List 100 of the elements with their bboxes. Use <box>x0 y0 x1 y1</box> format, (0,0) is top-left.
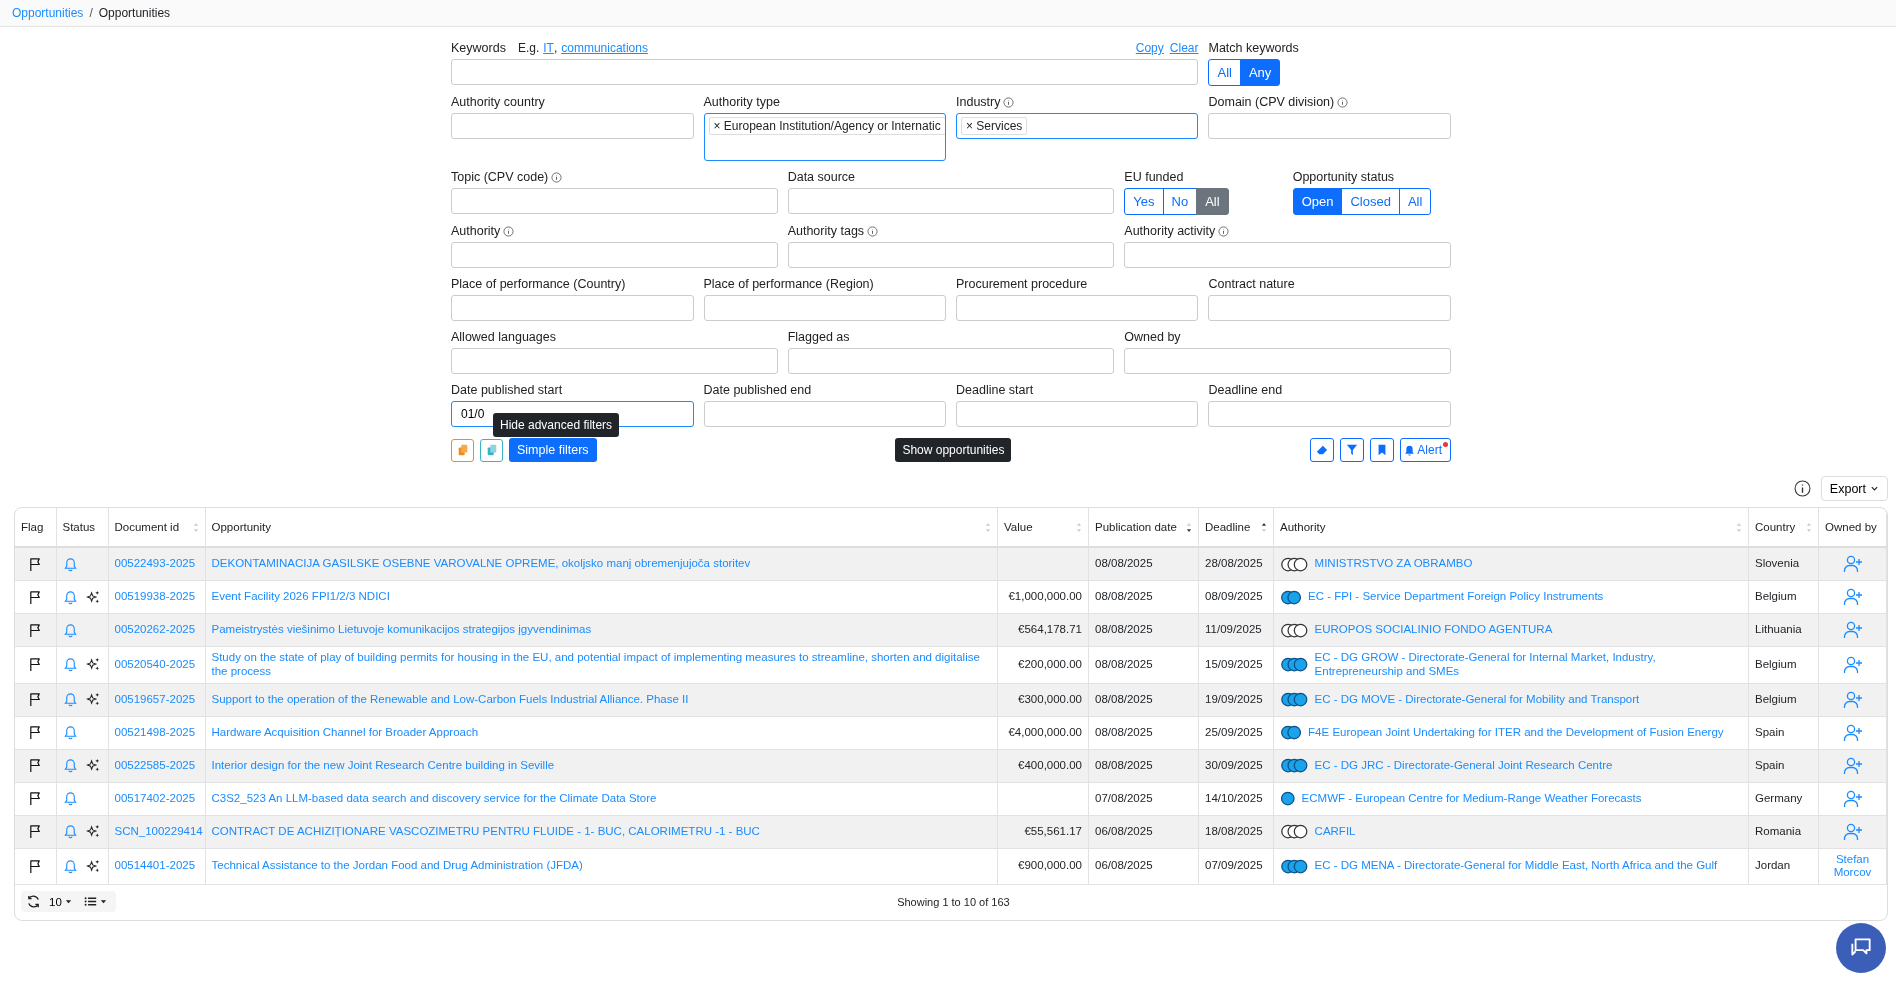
flag-icon[interactable] <box>27 657 43 673</box>
input-field[interactable] <box>1208 401 1451 427</box>
page-size-dropdown[interactable]: 10 <box>45 895 76 908</box>
sparkles-icon[interactable] <box>86 758 101 774</box>
add-person-icon[interactable] <box>1842 690 1863 709</box>
bell-icon[interactable] <box>63 556 78 572</box>
opportunity-link[interactable]: Study on the state of play of building permits for housing in the EU, and potential impact of implementing measures to streamline, shorten and digitalise the process <box>211 651 991 679</box>
input-field[interactable] <box>451 295 694 321</box>
refresh-icon[interactable] <box>26 894 41 910</box>
example-link[interactable]: communications <box>561 41 648 55</box>
opportunity-link[interactable]: Technical Assistance to the Jordan Food and Drug Administration (JFDA) <box>211 859 991 874</box>
input-field[interactable] <box>451 188 778 214</box>
add-person-icon[interactable] <box>1842 588 1863 606</box>
document-id-link[interactable]: 00514401-2025 <box>114 859 199 874</box>
input-field[interactable] <box>1208 113 1451 139</box>
sparkles-icon[interactable] <box>86 824 101 840</box>
document-id-link[interactable]: 00521498-2025 <box>114 725 199 740</box>
filter-button[interactable] <box>1340 438 1365 462</box>
bell-icon[interactable] <box>63 622 78 638</box>
flag-icon[interactable] <box>27 589 43 605</box>
info-icon[interactable] <box>1793 480 1811 497</box>
add-person-icon[interactable] <box>1842 655 1863 674</box>
document-id-link[interactable]: 00519938-2025 <box>114 590 199 604</box>
bell-icon[interactable] <box>63 858 78 874</box>
toggle-option[interactable]: Yes <box>1124 188 1164 215</box>
sort-icon[interactable] <box>1186 521 1192 533</box>
toggle-option[interactable]: Open <box>1292 188 1343 215</box>
sparkles-icon[interactable] <box>86 657 101 673</box>
input-field[interactable] <box>703 295 946 321</box>
add-person-icon[interactable] <box>1842 621 1863 639</box>
bell-icon[interactable] <box>63 791 78 807</box>
input-field[interactable] <box>787 188 1115 214</box>
authority-link[interactable]: CARFIL <box>1314 824 1356 839</box>
tag-select-field[interactable]: × European Institution/Agency or Internatic <box>703 113 946 161</box>
simple-filters-button[interactable]: Simple filters <box>509 438 597 462</box>
opportunity-link[interactable]: C3S2_523 An LLM-based data search and discovery service for the Climate Data Store <box>211 791 991 806</box>
authority-link[interactable]: EC - DG MENA - Directorate-General for Middle East, North Africa and the Gulf <box>1314 859 1718 874</box>
document-id-link[interactable]: 00517402-2025 <box>114 791 199 806</box>
input-field[interactable] <box>451 242 778 268</box>
opportunity-link[interactable]: Hardware Acquisition Channel for Broader Approach <box>211 725 991 740</box>
flag-icon[interactable] <box>27 556 43 572</box>
bell-icon[interactable] <box>63 692 78 708</box>
input-field[interactable] <box>787 348 1115 374</box>
input-field[interactable] <box>703 401 946 427</box>
example-link[interactable]: IT <box>543 41 554 55</box>
selected-tag[interactable]: × European Institution/Agency or Internatic <box>708 117 945 135</box>
flag-icon[interactable] <box>27 791 43 807</box>
bell-icon[interactable] <box>63 725 78 741</box>
add-person-icon[interactable] <box>1842 555 1863 573</box>
eraser-button[interactable] <box>1310 438 1335 462</box>
bell-icon[interactable] <box>63 824 78 840</box>
authority-link[interactable]: ECMWF - European Centre for Medium-Range Weather Forecasts <box>1301 791 1642 806</box>
flag-icon[interactable] <box>27 858 43 874</box>
authority-link[interactable]: MINISTRSTVO ZA OBRAMBO <box>1314 557 1473 571</box>
bookmark-button[interactable] <box>1370 438 1395 462</box>
flag-icon[interactable] <box>27 758 43 774</box>
sparkles-icon[interactable] <box>86 589 101 605</box>
input-field[interactable] <box>1208 295 1451 321</box>
flag-icon[interactable] <box>27 692 43 708</box>
add-person-icon[interactable] <box>1842 822 1863 841</box>
copy-button[interactable] <box>451 438 474 462</box>
authority-link[interactable]: EC - DG GROW - Directorate-General for Internal Market, Industry, Entrepreneurship and SMEs <box>1314 651 1742 679</box>
bell-icon[interactable] <box>63 657 78 673</box>
input-field[interactable] <box>956 295 1199 321</box>
add-person-icon[interactable] <box>1842 723 1863 742</box>
toggle-option[interactable]: All <box>1398 188 1432 215</box>
toggle-option[interactable]: All <box>1208 59 1241 86</box>
sparkles-icon[interactable] <box>86 858 101 874</box>
document-id-link[interactable]: 00520540-2025 <box>114 657 199 672</box>
toggle-option[interactable]: Any <box>1239 59 1281 86</box>
input-field[interactable] <box>1124 348 1451 374</box>
toggle-option[interactable]: All <box>1196 188 1229 215</box>
input-field[interactable] <box>451 113 694 139</box>
add-person-icon[interactable] <box>1842 789 1863 808</box>
flag-icon[interactable] <box>27 824 43 840</box>
keywords-field[interactable] <box>451 59 1199 85</box>
selected-tag[interactable]: × Services <box>961 117 1028 135</box>
sort-icon[interactable] <box>1261 521 1267 533</box>
flag-icon[interactable] <box>27 725 43 741</box>
export-button[interactable]: Export <box>1820 476 1888 501</box>
opportunity-link[interactable]: Event Facility 2026 FPI1/2/3 NDICI <box>211 590 991 604</box>
input-field[interactable] <box>1124 242 1451 268</box>
authority-link[interactable]: F4E European Joint Undertaking for ITER and the Development of Fusion Energy <box>1308 725 1724 740</box>
flag-icon[interactable] <box>27 622 43 638</box>
bell-icon[interactable] <box>63 589 78 605</box>
add-person-icon[interactable] <box>1842 756 1863 775</box>
keyword-action-link[interactable]: Clear <box>1169 41 1199 55</box>
toggle-option[interactable]: Closed <box>1341 188 1400 215</box>
breadcrumb-link[interactable]: Opportunities <box>12 6 84 20</box>
alert-button[interactable]: Alert <box>1400 438 1451 462</box>
input-field[interactable] <box>787 242 1115 268</box>
chat-button[interactable] <box>1836 923 1886 973</box>
owner-link[interactable]: Stefan Morcov <box>1825 852 1880 881</box>
tag-select-field[interactable]: × Services <box>956 113 1199 139</box>
input-field[interactable] <box>956 401 1199 427</box>
keyword-action-link[interactable]: Copy <box>1135 41 1164 55</box>
authority-link[interactable]: EC - FPI - Service Department Foreign Policy Instruments <box>1308 590 1604 604</box>
bell-icon[interactable] <box>63 758 78 774</box>
input-field[interactable] <box>451 348 778 374</box>
sparkles-icon[interactable] <box>86 692 101 708</box>
